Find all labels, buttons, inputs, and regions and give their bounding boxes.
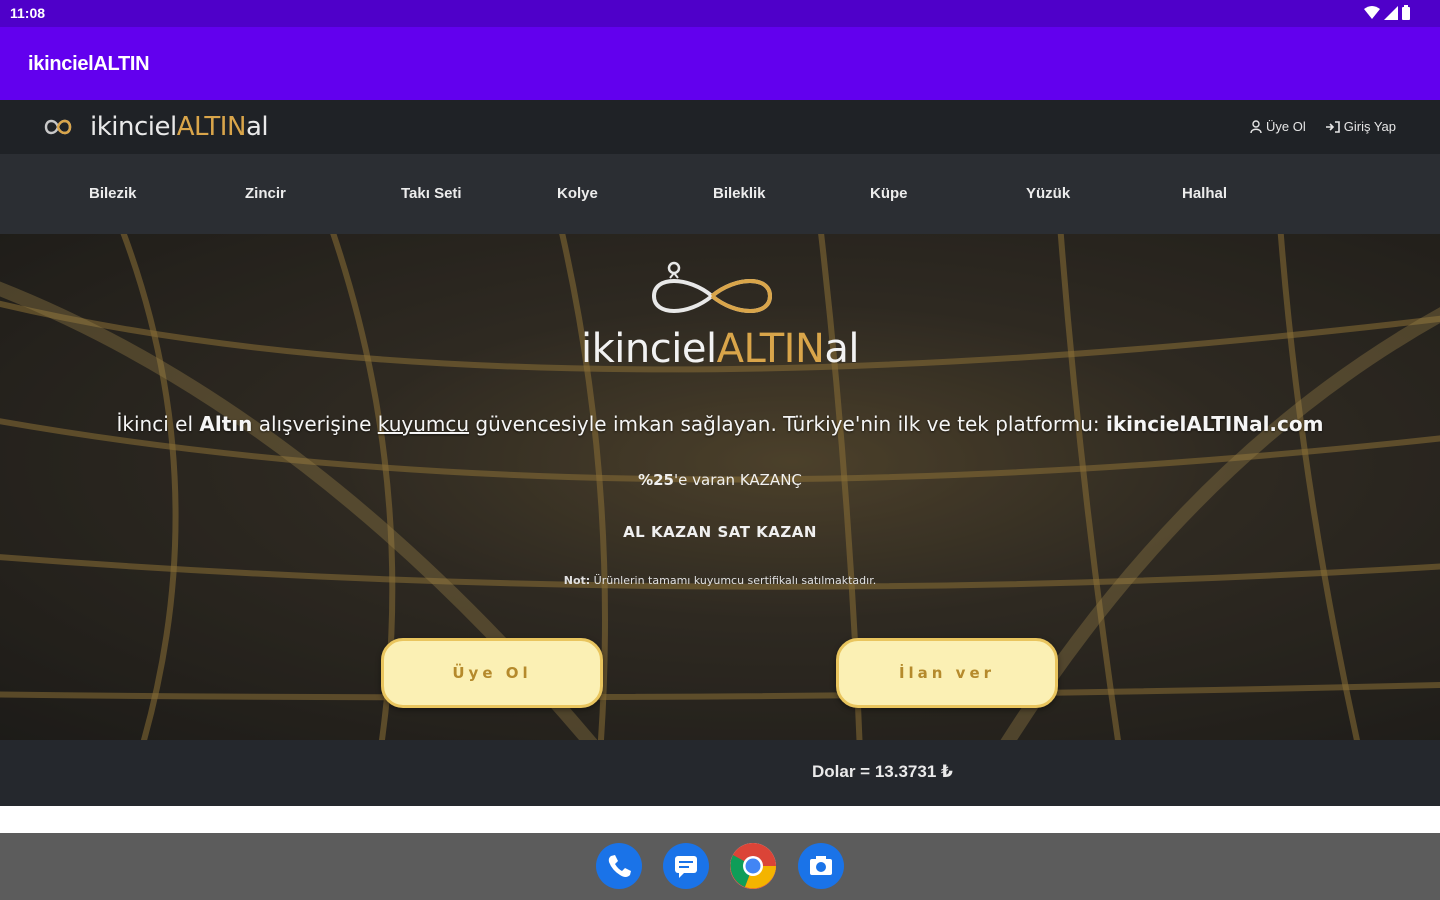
category-halhal[interactable]: Halhal: [1182, 185, 1227, 202]
login-link-label: Giriş Yap: [1343, 119, 1396, 134]
app-bar: ikincielALTIN: [0, 27, 1440, 100]
phone-icon[interactable]: [596, 843, 642, 889]
category-bilezik[interactable]: Bilezik: [89, 185, 137, 202]
category-nav: Bilezik Zincir Takı Seti Kolye Bileklik …: [0, 154, 1440, 234]
register-button[interactable]: Üye Ol: [381, 638, 603, 708]
infinity-ring-logo-icon: [651, 261, 773, 313]
exchange-rate-bar: Dolar = 13.3731 ₺: [0, 740, 1440, 806]
category-kolye[interactable]: Kolye: [557, 185, 598, 202]
hero-logo-text: ikincielALTINal: [581, 326, 859, 372]
page-bottom-strip: [0, 806, 1440, 833]
post-ad-button[interactable]: İlan ver: [836, 638, 1058, 708]
hero-gain-text: %25'e varan KAZANÇ: [638, 471, 802, 489]
camera-glyph: [810, 856, 832, 875]
dollar-rate: Dolar = 13.3731 ₺: [812, 762, 953, 781]
hero-slogan: AL KAZAN SAT KAZAN: [623, 523, 817, 541]
user-icon: [1250, 120, 1262, 133]
wifi-icon: [1364, 5, 1380, 19]
header-links: Üye Ol Giriş Yap: [1250, 119, 1396, 134]
infinity-ring-icon: [44, 119, 72, 135]
app-title: ikincielALTIN: [28, 53, 150, 75]
register-link-label: Üye Ol: [1266, 119, 1306, 134]
camera-icon[interactable]: [798, 843, 844, 889]
login-link[interactable]: Giriş Yap: [1325, 119, 1396, 134]
category-taki-seti[interactable]: Takı Seti: [401, 185, 462, 202]
status-bar: 11:08: [0, 0, 1440, 27]
chrome-icon[interactable]: [730, 843, 776, 889]
category-zincir[interactable]: Zincir: [245, 185, 286, 202]
kuyumcu-link[interactable]: kuyumcu: [378, 412, 469, 436]
hero-headline: İkinci el Altın alışverişine kuyumcu güv…: [116, 412, 1324, 436]
site-logo-text: ikincielALTINal: [90, 112, 269, 142]
messages-glyph: [675, 856, 697, 878]
signal-icon: [1384, 5, 1398, 20]
register-link[interactable]: Üye Ol: [1250, 119, 1306, 134]
site-logo[interactable]: ikincielALTINal: [34, 112, 269, 142]
category-bileklik[interactable]: Bileklik: [713, 185, 766, 202]
sign-in-icon: [1325, 120, 1340, 133]
hero-banner: ikincielALTINal İkinci el Altın alışveri…: [0, 234, 1440, 740]
chrome-glyph: [730, 843, 776, 889]
category-kupe[interactable]: Küpe: [870, 185, 908, 202]
status-time: 11:08: [10, 5, 46, 21]
category-yuzuk[interactable]: Yüzük: [1026, 185, 1070, 202]
webview: ikincielALTINal Üye Ol Giriş Yap Bilezik…: [0, 100, 1440, 806]
status-icons: [1364, 5, 1410, 20]
taskbar-dock: [0, 833, 1440, 900]
site-header: ikincielALTINal Üye Ol Giriş Yap: [0, 100, 1440, 154]
messages-icon[interactable]: [663, 843, 709, 889]
battery-icon: [1402, 5, 1410, 20]
phone-glyph: [608, 855, 631, 877]
hero-note: Not: Ürünlerin tamamı kuyumcu sertifikal…: [563, 574, 877, 587]
